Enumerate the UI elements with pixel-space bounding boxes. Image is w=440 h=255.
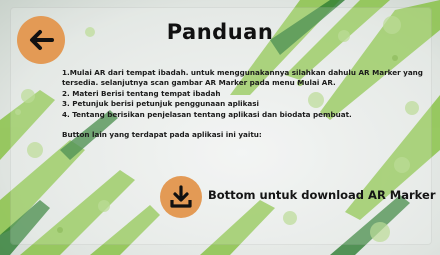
download-button[interactable] bbox=[160, 176, 202, 218]
guide-content: 1.Mulai AR dari tempat ibadah. untuk men… bbox=[62, 68, 432, 140]
guide-item-4: 4. Tentang berisikan penjelasan tentang … bbox=[62, 109, 352, 119]
guide-item-3: 3. Petunjuk berisi petunjuk penggunaan a… bbox=[62, 99, 260, 109]
page-title: Panduan bbox=[166, 20, 274, 44]
download-label: Bottom untuk download AR Marker bbox=[208, 188, 436, 202]
buttons-intro: Button lain yang terdapat pada aplikasi … bbox=[62, 130, 262, 140]
guide-item-1: 1.Mulai AR dari tempat ibadah. untuk men… bbox=[62, 68, 426, 88]
download-icon bbox=[170, 185, 192, 208]
guide-screen: Panduan 1.Mulai AR dari tempat ibadah. u… bbox=[0, 0, 440, 255]
guide-item-2: 2. Materi Berisi tentang tempat ibadah bbox=[62, 88, 221, 98]
